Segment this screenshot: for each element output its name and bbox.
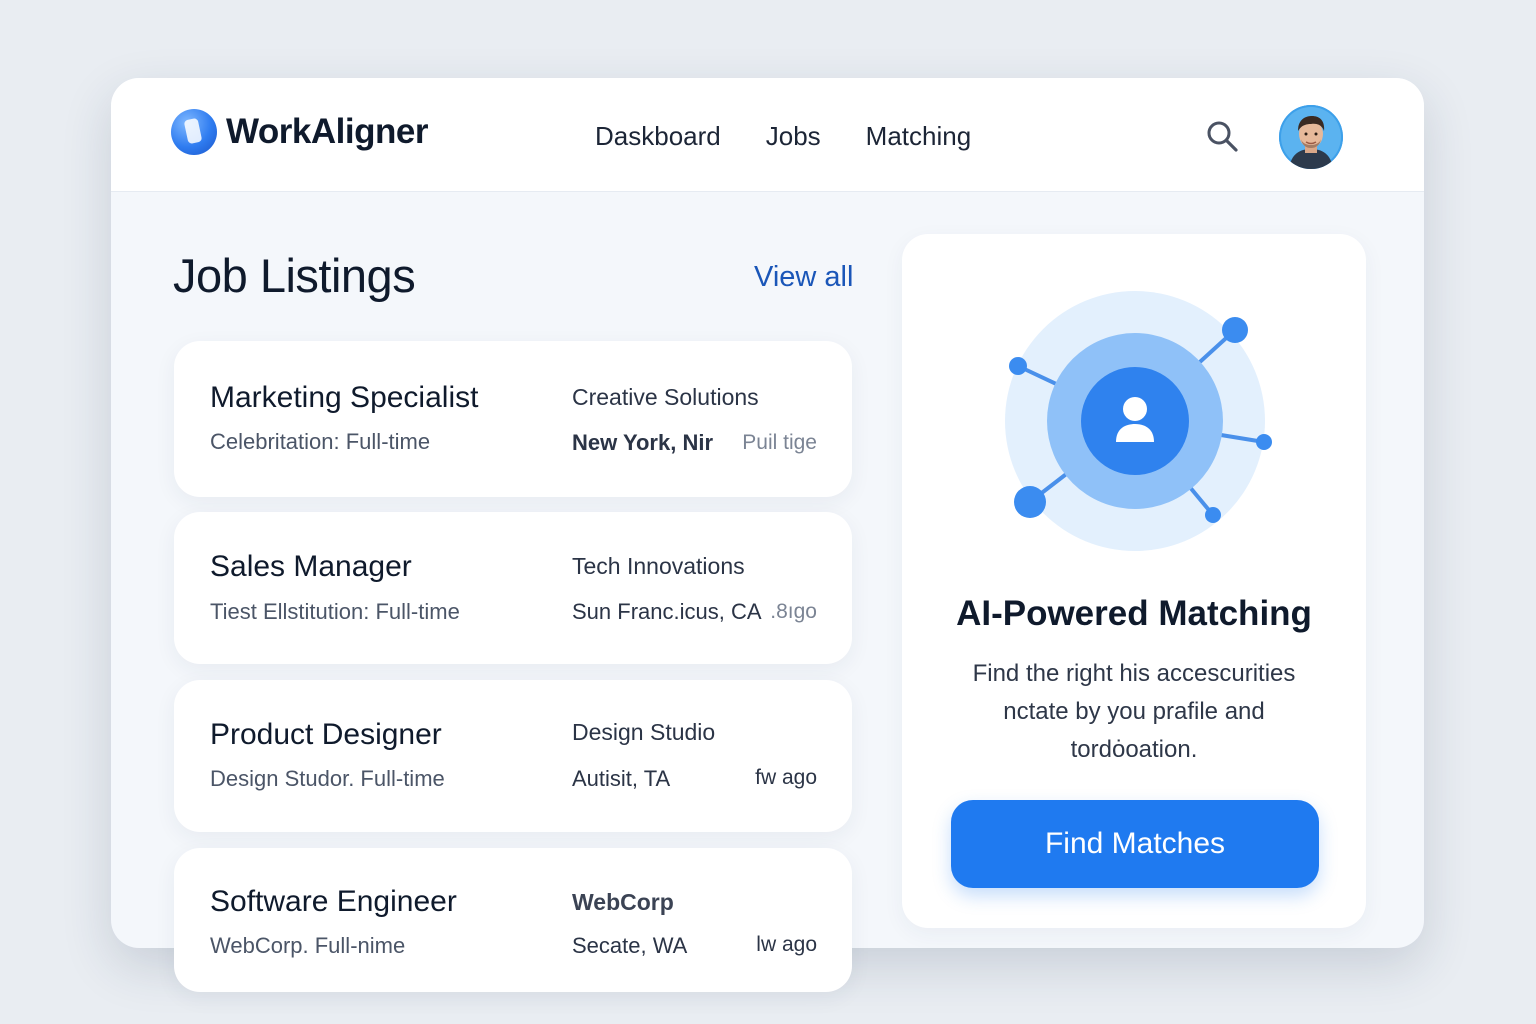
- job-title: Software Engineer: [210, 885, 457, 918]
- job-company: Design Studio: [572, 719, 716, 745]
- job-company: WebCorp: [572, 889, 674, 915]
- job-location: Autisit, TA: [572, 766, 671, 791]
- nav-item-matching[interactable]: Matching: [866, 121, 972, 152]
- job-posted-time: .8ıgo: [770, 600, 817, 623]
- job-title: Sales Manager: [210, 550, 412, 583]
- user-network-icon: [992, 284, 1282, 564]
- job-title: Product Designer: [210, 718, 442, 751]
- job-subtitle: WebCorp. Full-nime: [210, 933, 406, 958]
- job-company: Tech Innovations: [572, 553, 745, 579]
- job-listings-heading: Job Listings: [173, 249, 416, 302]
- app-name[interactable]: WorkAligner: [226, 112, 428, 152]
- matching-description: Find the right his accescurities nctate …: [972, 660, 1296, 763]
- job-subtitle: Design Studor. Full-time: [210, 766, 445, 791]
- find-matches-button[interactable]: Find Matches: [951, 800, 1319, 888]
- main-nav: Daskboard Jobs Matching: [595, 121, 1016, 152]
- matching-title: AI-Powered Matching: [956, 594, 1312, 633]
- job-title: Marketing Specialist: [210, 381, 479, 414]
- nav-item-jobs[interactable]: Jobs: [766, 121, 821, 152]
- job-card[interactable]: Sales Manager Tiest Ellstitution: Full-t…: [174, 512, 852, 664]
- top-navigation-bar: WorkAligner Daskboard Jobs Matching: [111, 78, 1424, 192]
- view-all-link[interactable]: View all: [754, 261, 853, 294]
- job-subtitle: Celebritation: Full-time: [210, 429, 431, 454]
- search-icon[interactable]: [1203, 117, 1243, 157]
- job-card[interactable]: Software Engineer WebCorp. Full-nime Web…: [174, 848, 852, 992]
- job-card[interactable]: Product Designer Design Studor. Full-tim…: [174, 680, 852, 832]
- job-location: Sun Franc.icus, CA: [572, 599, 762, 624]
- job-location: New York, Nir: [572, 430, 714, 455]
- user-avatar[interactable]: [1279, 105, 1343, 169]
- job-posted-time: lw ago: [756, 933, 817, 956]
- job-posted-time: fw ago: [755, 766, 817, 789]
- logo-icon[interactable]: [171, 109, 217, 155]
- job-posted-time: Puil tige: [742, 431, 817, 454]
- job-company: Creative Solutions: [572, 384, 759, 410]
- job-card[interactable]: Marketing Specialist Celebritation: Full…: [174, 341, 852, 497]
- job-location: Secate, WA: [572, 933, 688, 958]
- app-window: WorkAligner Daskboard Jobs Matching Job …: [111, 78, 1424, 992]
- job-subtitle: Tiest Ellstitution: Full-time: [210, 599, 460, 624]
- nav-item-dashboard[interactable]: Daskboard: [595, 121, 721, 152]
- ai-matching-card: AI-Powered Matching Find the right his a…: [902, 234, 1366, 928]
